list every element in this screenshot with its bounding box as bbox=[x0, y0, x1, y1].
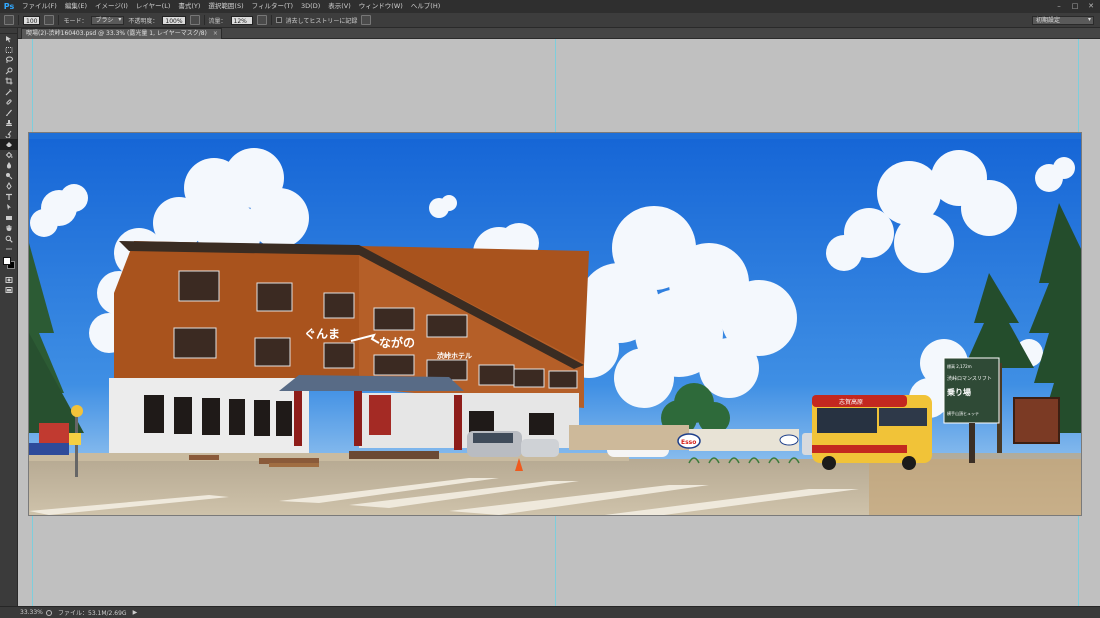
status-bar: 33.33% ファイル：53.1M/2.69G ▶ bbox=[0, 606, 1100, 618]
tools-panel bbox=[0, 28, 18, 606]
pressure-opacity-icon[interactable] bbox=[189, 15, 200, 25]
file-size-info: ファイル：53.1M/2.69G bbox=[58, 610, 127, 617]
menu-help[interactable]: ヘルプ(H) bbox=[407, 0, 444, 13]
maximize-button[interactable]: □ bbox=[1070, 2, 1080, 11]
menu-filter[interactable]: フィルター(T) bbox=[248, 0, 297, 13]
svg-text:志賀高原: 志賀高原 bbox=[839, 398, 863, 406]
menu-select[interactable]: 選択範囲(S) bbox=[204, 0, 247, 13]
nagano-label: ながの bbox=[379, 335, 415, 350]
document-image[interactable]: ぐんま ながの 渋峠ホテル Esso 志賀高原 標高 2,172m 渋峠ロマンス… bbox=[28, 132, 1082, 516]
marquee-tool-icon[interactable] bbox=[0, 45, 18, 56]
hotel-sign-label: 渋峠ホテル bbox=[437, 351, 472, 360]
svg-text:Esso: Esso bbox=[681, 439, 696, 446]
menu-view[interactable]: 表示(V) bbox=[324, 0, 355, 13]
clone-stamp-tool-icon[interactable] bbox=[0, 118, 18, 129]
eraser-tool-icon[interactable] bbox=[0, 139, 18, 150]
minimize-button[interactable]: – bbox=[1054, 2, 1064, 11]
menu-type[interactable]: 書式(Y) bbox=[174, 0, 204, 13]
esso-wall bbox=[569, 425, 689, 450]
foreground-color-swatch[interactable] bbox=[3, 256, 11, 265]
paint-bucket-tool-icon[interactable] bbox=[0, 150, 18, 161]
more-tools-icon[interactable] bbox=[0, 244, 18, 255]
brush-panel-icon[interactable] bbox=[44, 15, 55, 25]
erase-to-history-checkbox[interactable] bbox=[275, 17, 282, 23]
lasso-tool-icon[interactable] bbox=[0, 55, 18, 66]
quick-mask-icon[interactable] bbox=[0, 275, 18, 286]
menu-3d[interactable]: 3D(D) bbox=[297, 0, 324, 13]
eyedropper-tool-icon[interactable] bbox=[0, 87, 18, 98]
photoshop-window: Ps ファイル(F) 編集(E) イメージ(I) レイヤー(L) 書式(Y) 選… bbox=[0, 0, 1100, 618]
move-tool-icon[interactable] bbox=[0, 34, 18, 45]
healing-brush-tool-icon[interactable] bbox=[0, 97, 18, 108]
history-brush-tool-icon[interactable] bbox=[0, 129, 18, 140]
divider bbox=[203, 15, 205, 25]
mode-label: モード： bbox=[63, 17, 88, 25]
erase-to-history-label: 消去してヒストリーに記録 bbox=[285, 17, 358, 25]
document-tab[interactable]: 喫場(2)-渋峠160403.psd @ 33.3% (露光量 1, レイヤーマ… bbox=[21, 28, 222, 39]
document-tab-title: 喫場(2)-渋峠160403.psd @ 33.3% (露光量 1, レイヤーマ… bbox=[26, 30, 207, 37]
pressure-size-icon[interactable] bbox=[361, 15, 372, 25]
svg-text:渋峠ロマンスリフト: 渋峠ロマンスリフト bbox=[947, 375, 992, 382]
pen-tool-icon[interactable] bbox=[0, 181, 18, 192]
flow-field[interactable]: 12% bbox=[230, 15, 253, 25]
color-swatches bbox=[0, 255, 17, 275]
airbrush-icon[interactable] bbox=[256, 15, 267, 25]
menu-bar: Ps ファイル(F) 編集(E) イメージ(I) レイヤー(L) 書式(Y) 選… bbox=[0, 0, 1100, 13]
quick-select-tool-icon[interactable] bbox=[0, 66, 18, 77]
zoom-tool-icon[interactable] bbox=[0, 234, 18, 245]
esso-sign: Esso bbox=[677, 433, 701, 449]
photoshop-logo-icon: Ps bbox=[3, 2, 15, 11]
status-menu-arrow-icon[interactable]: ▶ bbox=[133, 609, 138, 616]
bus: 志賀高原 bbox=[812, 395, 932, 470]
close-window-button[interactable]: ✕ bbox=[1086, 2, 1096, 11]
svg-text:標高 2,172m: 標高 2,172m bbox=[947, 363, 972, 369]
brush-size-field[interactable]: 100 bbox=[23, 15, 41, 25]
close-tab-icon[interactable]: × bbox=[213, 29, 218, 39]
svg-text:横手山頂ヒュッテ: 横手山頂ヒュッテ bbox=[947, 410, 979, 416]
gunma-label: ぐんま bbox=[304, 327, 340, 341]
screen-mode-icon[interactable] bbox=[0, 285, 18, 296]
opacity-label: 不透明度： bbox=[128, 17, 159, 25]
brush-tool-preset-icon[interactable] bbox=[4, 15, 14, 25]
brush-tool-icon[interactable] bbox=[0, 108, 18, 119]
crop-tool-icon[interactable] bbox=[0, 76, 18, 87]
zoom-level[interactable]: 33.33% bbox=[20, 609, 43, 616]
menu-file[interactable]: ファイル(F) bbox=[18, 0, 61, 13]
rectangle-tool-icon[interactable] bbox=[0, 213, 18, 224]
wooden-noticeboard bbox=[1013, 397, 1060, 444]
top-border-band bbox=[29, 133, 1081, 139]
type-tool-icon[interactable] bbox=[0, 192, 18, 203]
menu-layer[interactable]: レイヤー(L) bbox=[132, 0, 175, 13]
mode-select[interactable]: ブラシ bbox=[91, 15, 125, 25]
flow-label: 流量： bbox=[208, 17, 227, 25]
esso-sign-2 bbox=[779, 434, 799, 446]
dodge-tool-icon[interactable] bbox=[0, 171, 18, 182]
path-selection-tool-icon[interactable] bbox=[0, 202, 18, 213]
document-tab-bar: 喫場(2)-渋峠160403.psd @ 33.3% (露光量 1, レイヤーマ… bbox=[18, 28, 1100, 39]
divider bbox=[270, 15, 272, 25]
opacity-field[interactable]: 100% bbox=[162, 15, 186, 25]
hand-tool-icon[interactable] bbox=[0, 223, 18, 234]
tool-options-bar: 100 モード： ブラシ 不透明度： 100% 流量： 12% 消去してヒストリ… bbox=[0, 13, 1100, 28]
divider bbox=[18, 15, 19, 25]
panorama-illustration: ぐんま ながの 渋峠ホテル Esso 志賀高原 標高 2,172m 渋峠ロマンス… bbox=[29, 133, 1081, 515]
menu-edit[interactable]: 編集(E) bbox=[61, 0, 91, 13]
divider bbox=[58, 15, 60, 25]
workspace-select[interactable]: 初期設定 bbox=[1032, 16, 1094, 25]
canvas-area[interactable]: ぐんま ながの 渋峠ホテル Esso 志賀高原 標高 2,172m 渋峠ロマンス… bbox=[18, 39, 1100, 606]
window-controls: – □ ✕ bbox=[1054, 0, 1096, 13]
status-info-icon[interactable] bbox=[46, 609, 52, 616]
menu-image[interactable]: イメージ(I) bbox=[91, 0, 132, 13]
menu-window[interactable]: ウィンドウ(W) bbox=[355, 0, 407, 13]
blur-tool-icon[interactable] bbox=[0, 160, 18, 171]
svg-text:乗り場: 乗り場 bbox=[947, 387, 971, 397]
